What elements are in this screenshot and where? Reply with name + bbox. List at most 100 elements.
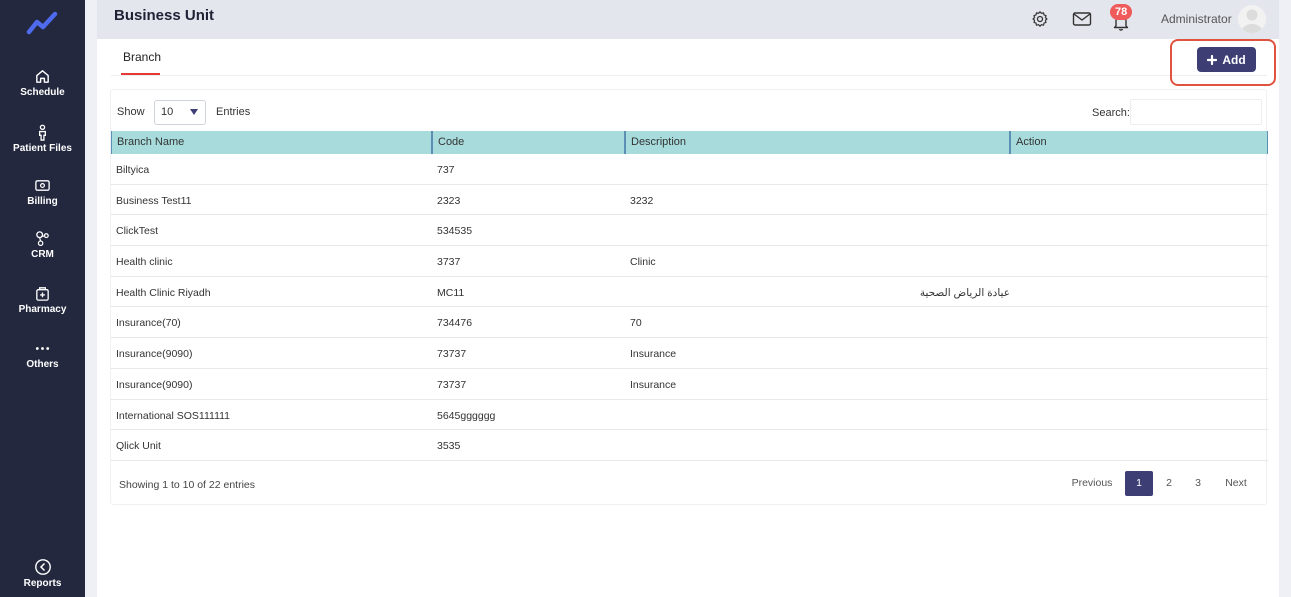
table-header: Branch Name Code Description Action — [111, 131, 1268, 154]
table-row[interactable]: Insurance(9090) 73737 Insurance — [111, 338, 1268, 369]
billing-icon — [35, 180, 50, 191]
sidebar-item-others[interactable]: Others — [0, 340, 85, 370]
sidebar-item-label: Others — [26, 359, 59, 370]
app-logo-icon[interactable] — [26, 10, 58, 36]
cell-code: 5645gggggg — [437, 409, 496, 422]
cell-description — [625, 215, 1010, 245]
right-gutter — [1279, 0, 1291, 597]
user-name[interactable]: Administrator — [1161, 12, 1232, 26]
page-title: Business Unit — [114, 7, 215, 24]
cell-branch-name: ClickTest — [116, 225, 159, 238]
patient-icon — [39, 124, 46, 141]
top-bar: Business Unit 78 Administrator — [97, 0, 1279, 39]
table-row[interactable]: Business Test11 2323 3232 — [111, 185, 1268, 216]
cell-branch-name: Insurance(70) — [116, 317, 181, 330]
column-header-description[interactable]: Description — [625, 131, 1010, 154]
sidebar-item-patient-files[interactable]: Patient Files — [0, 124, 85, 154]
cell-code: 534535 — [437, 225, 473, 238]
cell-description — [625, 154, 1010, 184]
cell-action — [1010, 369, 1268, 399]
cell-branch-name: Biltyica — [116, 164, 150, 176]
pagination-previous[interactable]: Previous — [1068, 471, 1116, 496]
column-header-action[interactable]: Action — [1010, 131, 1268, 154]
cell-branch-name: Health Clinic Riyadh — [116, 286, 211, 299]
cell-action — [1010, 430, 1268, 460]
column-header-branch-name[interactable]: Branch Name — [111, 131, 432, 154]
cell-code: 737 — [437, 164, 455, 176]
show-label: Show — [117, 106, 145, 118]
add-button-label: Add — [1222, 52, 1246, 67]
column-header-code[interactable]: Code — [432, 131, 625, 154]
cell-branch-name: Business Test11 — [116, 194, 192, 207]
sidebar-item-schedule[interactable]: Schedule — [0, 68, 85, 98]
cell-description: 70 — [630, 317, 642, 330]
caret-down-icon — [190, 109, 198, 115]
sidebar-item-label: Reports — [23, 578, 62, 589]
entries-select-value: 10 — [161, 106, 174, 118]
table-row[interactable]: ClickTest 534535 — [111, 215, 1268, 247]
table-row[interactable]: Qlick Unit 3535 — [111, 430, 1268, 461]
table-row[interactable]: Insurance(9090) 73737 Insurance — [111, 369, 1268, 400]
cell-branch-name: International SOS111111 — [116, 409, 231, 422]
pagination-next[interactable]: Next — [1219, 471, 1253, 496]
cell-description: Insurance — [630, 378, 677, 391]
cell-code: MC11 — [437, 286, 465, 299]
table-row[interactable]: International SOS111111 5645gggggg — [111, 400, 1268, 431]
table-row[interactable]: Biltyica 737 — [111, 154, 1268, 185]
cell-code: 3535 — [437, 440, 461, 453]
cell-action — [1010, 246, 1268, 276]
cell-code: 73737 — [437, 378, 467, 391]
notification-badge: 78 — [1110, 4, 1133, 20]
add-button[interactable]: Add — [1197, 47, 1256, 72]
cell-code: 2323 — [437, 194, 461, 207]
sidebar-item-pharmacy[interactable]: Pharmacy — [0, 285, 85, 315]
chevron-left-icon — [34, 559, 51, 575]
table-row[interactable]: Health Clinic Riyadh MC11 عيادة الرياض الص… — [111, 277, 1268, 308]
cell-action — [1010, 215, 1268, 245]
cell-action — [1010, 154, 1268, 184]
pagination-page-3[interactable]: 3 — [1188, 471, 1208, 496]
main-content: Branch Add Show 10 Entries Search: Branc… — [97, 39, 1279, 597]
sidebar-item-label: Pharmacy — [18, 304, 67, 315]
search-input[interactable] — [1130, 99, 1262, 125]
mail-icon[interactable] — [1072, 10, 1092, 28]
cell-action — [1010, 338, 1268, 368]
table-row[interactable]: Health clinic 3737 Clinic — [111, 246, 1268, 277]
more-icon — [35, 347, 50, 350]
user-avatar-icon — [1241, 9, 1263, 33]
avatar[interactable] — [1238, 5, 1266, 33]
cell-code: 73737 — [437, 348, 467, 361]
cell-branch-name: Insurance(9090) — [116, 348, 193, 361]
sidebar-item-crm[interactable]: CRM — [0, 230, 85, 260]
cell-description — [625, 400, 1010, 430]
cell-code: 3737 — [437, 256, 461, 269]
sidebar-item-billing[interactable]: Billing — [0, 177, 85, 207]
search-label: Search: — [1092, 107, 1130, 119]
entries-select[interactable]: 10 — [154, 100, 206, 125]
sidebar-item-label: Billing — [27, 196, 58, 207]
cell-branch-name: Insurance(9090) — [116, 378, 193, 391]
cell-action — [1010, 307, 1268, 337]
gear-icon[interactable] — [1031, 10, 1049, 28]
crm-icon — [36, 231, 49, 247]
cell-action — [1010, 277, 1268, 307]
cell-description: Insurance — [630, 348, 677, 361]
tab-divider — [111, 75, 1267, 76]
branch-table: Branch Name Code Description Action Bilt… — [111, 131, 1268, 461]
cell-action — [1010, 185, 1268, 215]
cell-action — [1010, 400, 1268, 430]
left-gutter — [85, 0, 97, 597]
cell-branch-name: Health clinic — [116, 256, 173, 269]
sidebar-item-reports[interactable]: Reports — [0, 558, 85, 589]
pagination-summary: Showing 1 to 10 of 22 entries — [119, 479, 256, 491]
pagination-page-2[interactable]: 2 — [1159, 471, 1179, 496]
pagination-page-1[interactable]: 1 — [1125, 471, 1153, 496]
tab-branch[interactable]: Branch — [123, 50, 161, 64]
cell-branch-name: Qlick Unit — [116, 440, 161, 453]
sidebar-item-label: CRM — [31, 249, 54, 260]
sidebar: Schedule Patient Files Billing CRM Pharm… — [0, 0, 85, 597]
cell-description: عيادة الرياض الصحية — [919, 286, 1010, 299]
table-row[interactable]: Insurance(70) 734476 70 — [111, 307, 1268, 339]
pharmacy-icon — [36, 287, 49, 301]
branch-table-card: Show 10 Entries Search: Branch Name Code… — [110, 89, 1268, 505]
